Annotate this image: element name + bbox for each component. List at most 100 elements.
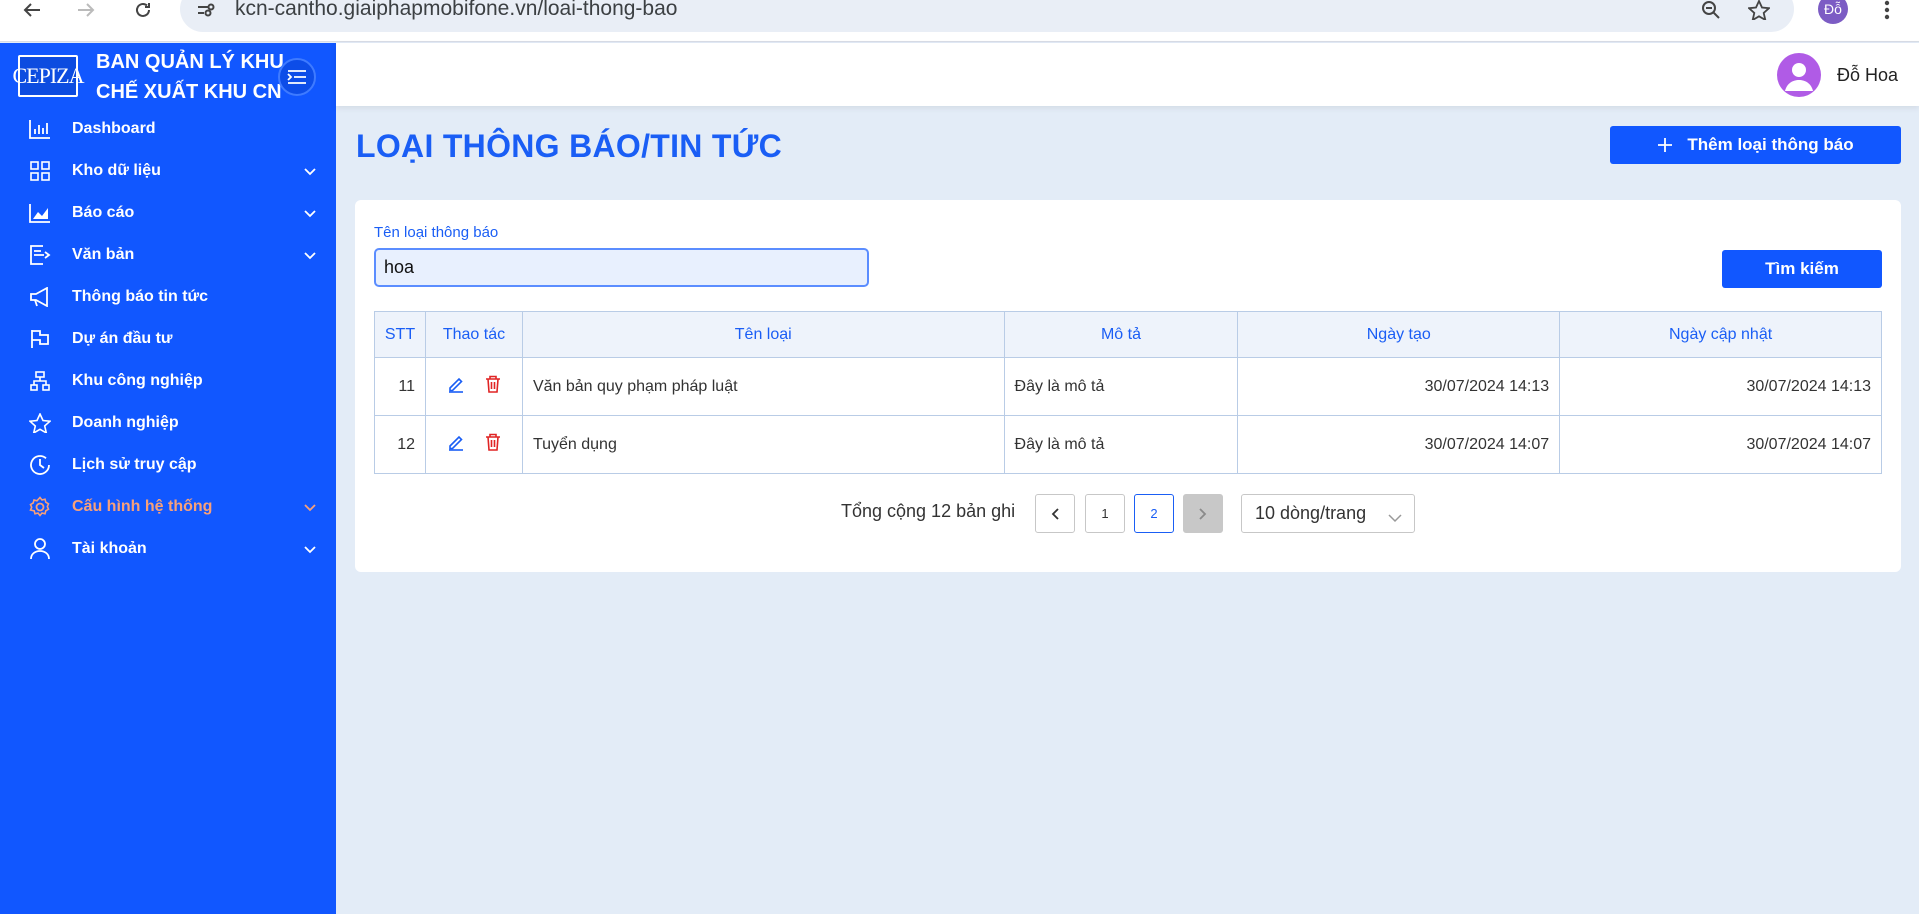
notification-type-table: STT Thao tác Tên loại Mô tả Ngày tạo Ngà… bbox=[374, 311, 1882, 474]
browser-toolbar: kcn-cantho.giaiphapmobifone.vn/loai-thon… bbox=[0, 0, 1919, 42]
column-header-stt[interactable]: STT bbox=[374, 311, 426, 358]
site-settings-icon[interactable] bbox=[191, 0, 221, 20]
plus-icon bbox=[1658, 138, 1673, 152]
cell-ngay-cap-nhat: 30/07/2024 14:07 bbox=[1559, 415, 1882, 474]
browser-profile-avatar[interactable]: Đỗ bbox=[1818, 0, 1848, 24]
bookmark-star-icon[interactable] bbox=[1744, 0, 1774, 20]
column-header-ngay-cap-nhat[interactable]: Ngày cập nhật bbox=[1559, 311, 1882, 358]
column-header-mo-ta[interactable]: Mô tả bbox=[1003, 311, 1239, 358]
sidebar-item-cau-hinh-he-thong[interactable]: Cấu hình hệ thống bbox=[0, 486, 336, 528]
gear-icon bbox=[28, 495, 52, 519]
sidebar-item-van-ban[interactable]: Văn bản bbox=[0, 234, 336, 276]
page-button-1[interactable]: 1 bbox=[1085, 494, 1125, 533]
cell-stt: 11 bbox=[374, 357, 426, 416]
top-header: Đỗ Hoa bbox=[336, 43, 1919, 106]
sidebar-item-label: Dashboard bbox=[72, 120, 156, 137]
megaphone-icon bbox=[28, 285, 52, 309]
sidebar-item-label: Báo cáo bbox=[72, 204, 135, 221]
url-text[interactable]: kcn-cantho.giaiphapmobifone.vn/loai-thon… bbox=[235, 0, 677, 21]
cepiza-logo[interactable]: CEPIZA bbox=[13, 55, 85, 97]
total-records-text: Tổng cộng 12 bản ghi bbox=[841, 501, 1016, 521]
sidebar-menu: Dashboard Kho dữ liệu Báo cáo Văn bản Th… bbox=[0, 108, 336, 570]
sidebar-item-label: Kho dữ liệu bbox=[72, 162, 161, 179]
sidebar-item-label: Văn bản bbox=[72, 246, 135, 263]
grid-icon bbox=[28, 159, 52, 183]
next-page-button[interactable] bbox=[1183, 494, 1223, 533]
cell-actions bbox=[424, 415, 523, 474]
search-button[interactable]: Tìm kiếm bbox=[1722, 250, 1882, 288]
chevron-down-icon bbox=[304, 205, 316, 223]
cell-ten-loai: Tuyển dụng bbox=[521, 415, 1005, 474]
delete-icon[interactable] bbox=[485, 375, 501, 398]
content-card: Tên loại thông báo Tìm kiếm STT Thao tác… bbox=[355, 200, 1901, 572]
sidebar-item-doanh-nghiep[interactable]: Doanh nghiệp bbox=[0, 402, 336, 444]
user-avatar-icon bbox=[1785, 63, 1813, 91]
sidebar-collapse-button[interactable] bbox=[278, 58, 316, 96]
back-icon[interactable] bbox=[17, 0, 47, 20]
edit-icon[interactable] bbox=[447, 433, 465, 456]
sidebar-item-label: Tài khoản bbox=[72, 540, 147, 557]
cell-stt: 12 bbox=[374, 415, 426, 474]
sidebar-item-bao-cao[interactable]: Báo cáo bbox=[0, 192, 336, 234]
clock-icon bbox=[28, 453, 52, 477]
sidebar-item-du-an-dau-tu[interactable]: Dự án đầu tư bbox=[0, 318, 336, 360]
cell-mo-ta: Đây là mô tả bbox=[1003, 357, 1239, 416]
cell-ngay-cap-nhat: 30/07/2024 14:13 bbox=[1559, 357, 1882, 416]
sidebar-item-label: Lịch sử truy cập bbox=[72, 456, 197, 473]
hierarchy-icon bbox=[28, 369, 52, 393]
table-row: 12 Tuyển dụng Đây là mô tả 30/07/2024 14… bbox=[374, 415, 1882, 474]
chevron-down-icon bbox=[304, 499, 316, 517]
chevron-down-icon bbox=[304, 541, 316, 559]
browser-menu-icon[interactable] bbox=[1872, 0, 1902, 20]
user-name[interactable]: Đỗ Hoa bbox=[1837, 65, 1898, 86]
sidebar-item-thong-bao-tin-tuc[interactable]: Thông báo tin tức bbox=[0, 276, 336, 318]
column-header-thao-tac[interactable]: Thao tác bbox=[424, 311, 523, 358]
brand-title: BAN QUẢN LÝ KHU CHẾ XUẤT KHU CN bbox=[96, 51, 284, 103]
user-icon bbox=[28, 537, 52, 561]
zoom-icon[interactable] bbox=[1696, 0, 1726, 20]
sidebar-item-label: Thông báo tin tức bbox=[72, 288, 209, 305]
search-input[interactable] bbox=[374, 248, 869, 287]
table-row: 11 Văn bản quy phạm pháp luật Đây là mô … bbox=[374, 357, 1882, 416]
column-header-ngay-tao[interactable]: Ngày tạo bbox=[1237, 311, 1561, 358]
page-button-2[interactable]: 2 bbox=[1134, 494, 1174, 533]
sidebar-item-khu-cong-nghiep[interactable]: Khu công nghiệp bbox=[0, 360, 336, 402]
prev-page-button[interactable] bbox=[1035, 494, 1075, 533]
flag-icon bbox=[28, 327, 52, 351]
sidebar-item-label: Cấu hình hệ thống bbox=[72, 498, 213, 515]
cell-ten-loai: Văn bản quy phạm pháp luật bbox=[521, 357, 1005, 416]
chevron-left-icon bbox=[1051, 507, 1059, 520]
page-size-value: 10 dòng/trang bbox=[1255, 503, 1367, 523]
area-chart-icon bbox=[28, 201, 52, 225]
delete-icon[interactable] bbox=[485, 433, 501, 456]
table-header-row: STT Thao tác Tên loại Mô tả Ngày tạo Ngà… bbox=[374, 311, 1882, 358]
user-avatar[interactable] bbox=[1777, 53, 1821, 97]
cell-ngay-tao: 30/07/2024 14:13 bbox=[1237, 357, 1561, 416]
pagination: Tổng cộng 12 bản ghi 1 2 10 dòng/trang bbox=[355, 493, 1901, 533]
cell-ngay-tao: 30/07/2024 14:07 bbox=[1237, 415, 1561, 474]
search-field-label: Tên loại thông báo bbox=[374, 224, 499, 241]
cell-mo-ta: Đây là mô tả bbox=[1003, 415, 1239, 474]
menu-fold-icon bbox=[287, 70, 306, 84]
reload-icon[interactable] bbox=[128, 0, 158, 20]
sidebar-item-lich-su-truy-cap[interactable]: Lịch sử truy cập bbox=[0, 444, 336, 486]
sidebar-item-label: Dự án đầu tư bbox=[72, 330, 173, 347]
sidebar-item-label: Doanh nghiệp bbox=[72, 414, 179, 431]
star-icon bbox=[28, 411, 52, 435]
cell-actions bbox=[424, 357, 523, 416]
page-size-select[interactable]: 10 dòng/trang bbox=[1241, 494, 1415, 533]
document-export-icon bbox=[28, 243, 52, 267]
chevron-down-icon bbox=[1388, 507, 1402, 528]
edit-icon[interactable] bbox=[447, 375, 465, 398]
sidebar-item-kho-du-lieu[interactable]: Kho dữ liệu bbox=[0, 150, 336, 192]
sidebar-item-dashboard[interactable]: Dashboard bbox=[0, 108, 336, 150]
forward-icon[interactable] bbox=[71, 0, 101, 20]
add-notification-type-button[interactable]: Thêm loại thông báo bbox=[1610, 126, 1901, 164]
sidebar-item-tai-khoan[interactable]: Tài khoản bbox=[0, 528, 336, 570]
column-header-ten-loai[interactable]: Tên loại bbox=[521, 311, 1005, 358]
sidebar-item-label: Khu công nghiệp bbox=[72, 372, 203, 389]
page-title: LOẠI THÔNG BÁO/TIN TỨC bbox=[356, 128, 783, 164]
chevron-right-icon bbox=[1199, 507, 1207, 520]
add-button-label: Thêm loại thông báo bbox=[1687, 135, 1854, 154]
bar-chart-icon bbox=[28, 117, 52, 141]
